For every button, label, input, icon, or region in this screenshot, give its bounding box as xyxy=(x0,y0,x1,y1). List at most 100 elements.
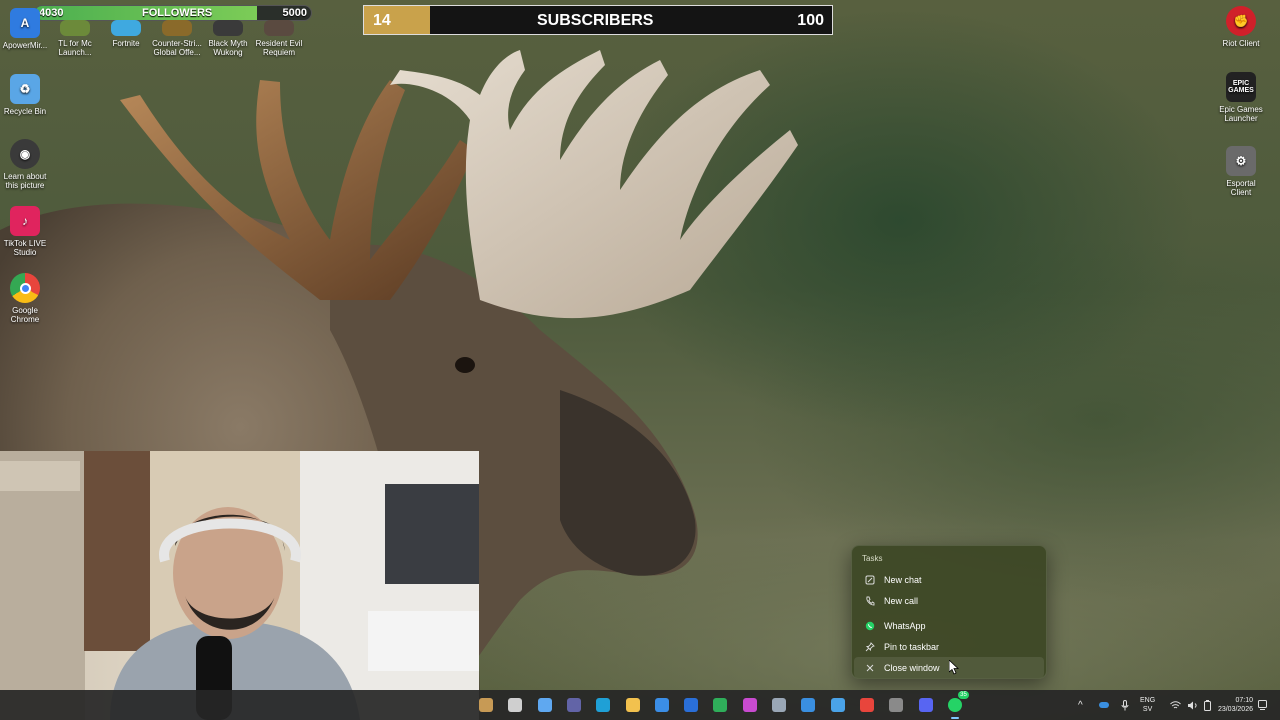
tray-network-volume[interactable] xyxy=(1170,690,1211,720)
desktop-icon-tlauncher[interactable]: TL for Mc Launch... xyxy=(50,20,100,57)
desktop-icon-black-myth-wukong[interactable]: Black Myth Wukong xyxy=(203,20,253,57)
webcam-app-icon xyxy=(479,698,493,712)
jumplist-item-label: WhatsApp xyxy=(884,620,926,631)
desktop-icon-fortnite[interactable]: Fortnite xyxy=(101,20,151,48)
subscribers-goal-bar: 14 SUBSCRIBERS 100 xyxy=(363,5,833,35)
unread-badge: 35 xyxy=(958,691,969,699)
snipping-tool-icon xyxy=(830,698,845,712)
black-myth-icon xyxy=(213,20,243,36)
desktop-icon-label: TikTok LIVE Studio xyxy=(3,239,47,257)
desktop-icon-label: Black Myth Wukong xyxy=(208,39,248,57)
store-icon xyxy=(654,698,669,712)
tray-overflow-button[interactable]: ^ xyxy=(1078,690,1083,720)
subscribers-current: 14 xyxy=(373,12,391,29)
speaker-icon xyxy=(1188,701,1197,709)
jumplist-item-label: Close window xyxy=(884,662,940,673)
chrome-icon xyxy=(10,273,40,303)
jumplist-item-new-call[interactable]: New call xyxy=(854,590,1044,611)
desktop-icon-label: Counter-Stri... Global Offe... xyxy=(152,39,202,57)
jumplist-item-pin-to-taskbar[interactable]: Pin to taskbar xyxy=(854,636,1044,657)
whatsapp-taskbar-icon xyxy=(947,698,962,712)
desktop-icon-label: Recycle Bin xyxy=(3,107,47,116)
language-indicator[interactable]: ENG SV xyxy=(1140,690,1155,720)
taskbar-app-button[interactable] xyxy=(652,695,672,715)
desktop-icon-label: Esportal Client xyxy=(1226,179,1256,197)
taskbar-app-button[interactable] xyxy=(857,695,877,715)
jumplist-item-label: New call xyxy=(884,595,919,606)
epic-games-icon: EPIC GAMES xyxy=(1226,72,1256,102)
fortnite-icon xyxy=(111,20,141,36)
wifi-icon xyxy=(1170,700,1181,708)
esportal-icon: ⚙ xyxy=(1226,146,1256,176)
resident-evil-icon xyxy=(264,20,294,36)
csgo-icon xyxy=(162,20,192,36)
taskbar-app-button[interactable]: 35 xyxy=(945,691,969,719)
desktop-icon-recycle-bin[interactable]: ♻ Recycle Bin xyxy=(0,74,50,116)
followers-label: FOLLOWERS xyxy=(142,7,213,19)
desktop-icon-label: Riot Client xyxy=(1222,39,1260,48)
taskbar-app-button[interactable] xyxy=(710,695,730,715)
taskbar-app-button[interactable] xyxy=(476,695,496,715)
notification-bell-icon[interactable] xyxy=(1258,690,1267,720)
settings-app-icon xyxy=(889,698,904,712)
subscribers-goal: 100 xyxy=(797,12,824,29)
desktop-icon-label: Epic Games Launcher xyxy=(1219,105,1263,123)
taskbar-app-button[interactable] xyxy=(798,695,818,715)
riot-icon: ✊ xyxy=(1226,6,1256,36)
clock[interactable]: 07:10 23/03/2026 xyxy=(1207,690,1253,720)
desktop-icon-epic-games[interactable]: EPIC GAMES Epic Games Launcher xyxy=(1216,72,1266,123)
file-explorer-icon xyxy=(625,698,640,712)
apowermirror-icon: A xyxy=(10,8,40,38)
taskbar-app-button[interactable] xyxy=(623,695,643,715)
teams-icon xyxy=(566,698,581,712)
webcam-feed-image xyxy=(0,451,479,720)
close-icon xyxy=(864,663,876,673)
taskbar-app-button[interactable] xyxy=(681,695,701,715)
desktop-icon-counter-strike[interactable]: Counter-Stri... Global Offe... xyxy=(152,20,202,57)
desktop-icon-learn-about-picture[interactable]: ◉ Learn about this picture xyxy=(0,139,50,190)
whatsapp-icon xyxy=(864,621,876,631)
webcam-overlay xyxy=(0,451,479,720)
tlauncher-icon xyxy=(60,20,90,36)
subscribers-label: SUBSCRIBERS xyxy=(537,12,654,29)
whatsapp-jump-list: Tasks New chat New call WhatsApp Pin to … xyxy=(851,545,1047,679)
language-top: ENG xyxy=(1140,697,1156,704)
desktop-icon-tiktok-live-studio[interactable]: ♪ TikTok LIVE Studio xyxy=(0,206,50,257)
taskbar-app-button[interactable] xyxy=(535,695,555,715)
edge-icon xyxy=(596,698,611,712)
desktop-icon-esportal[interactable]: ⚙ Esportal Client xyxy=(1216,146,1266,197)
chrome-taskbar-icon xyxy=(859,698,874,712)
new-chat-icon xyxy=(864,575,876,585)
tray-onedrive-icon[interactable] xyxy=(1099,690,1109,720)
jumplist-item-whatsapp[interactable]: WhatsApp xyxy=(854,615,1044,636)
taskbar-app-button[interactable] xyxy=(828,695,848,715)
taskbar-app-button[interactable] xyxy=(593,695,613,715)
desktop-icon-label: TL for Mc Launch... xyxy=(58,39,92,57)
tray-microphone-icon[interactable] xyxy=(1121,690,1129,720)
taskbar-app-button[interactable] xyxy=(886,695,906,715)
jumplist-item-label: Pin to taskbar xyxy=(884,641,940,652)
copilot-icon xyxy=(537,698,552,712)
taskbar-app-button[interactable] xyxy=(505,695,525,715)
desktop-icon-google-chrome[interactable]: Google Chrome xyxy=(0,273,50,324)
jumplist-item-new-chat[interactable]: New chat xyxy=(854,569,1044,590)
desktop-icon-apowermirror[interactable]: A ApowerMir... xyxy=(0,8,50,50)
desktop-icon-resident-evil-requiem[interactable]: Resident Evil Requiem xyxy=(254,20,304,57)
taskbar-app-button[interactable] xyxy=(564,695,584,715)
jumplist-section-title: Tasks xyxy=(862,554,883,563)
app-blue-icon xyxy=(684,698,699,712)
jumplist-item-label: New chat xyxy=(884,574,922,585)
desktop-icon-label: ApowerMir... xyxy=(2,41,48,50)
pin-icon xyxy=(864,641,876,652)
monitor-app-icon xyxy=(801,698,816,712)
vpn-icon xyxy=(713,698,728,712)
recycle-bin-icon: ♻ xyxy=(10,74,40,104)
taskbar-app-button[interactable] xyxy=(916,695,936,715)
followers-goal: 5000 xyxy=(282,7,307,19)
mouse-cursor-icon xyxy=(949,660,959,675)
clock-time: 07:10 xyxy=(1235,697,1253,704)
taskbar-app-button[interactable] xyxy=(769,695,789,715)
desktop-icon-riot-client[interactable]: ✊ Riot Client xyxy=(1216,6,1266,48)
taskbar-app-button[interactable] xyxy=(740,695,760,715)
active-app-indicator xyxy=(950,717,959,719)
